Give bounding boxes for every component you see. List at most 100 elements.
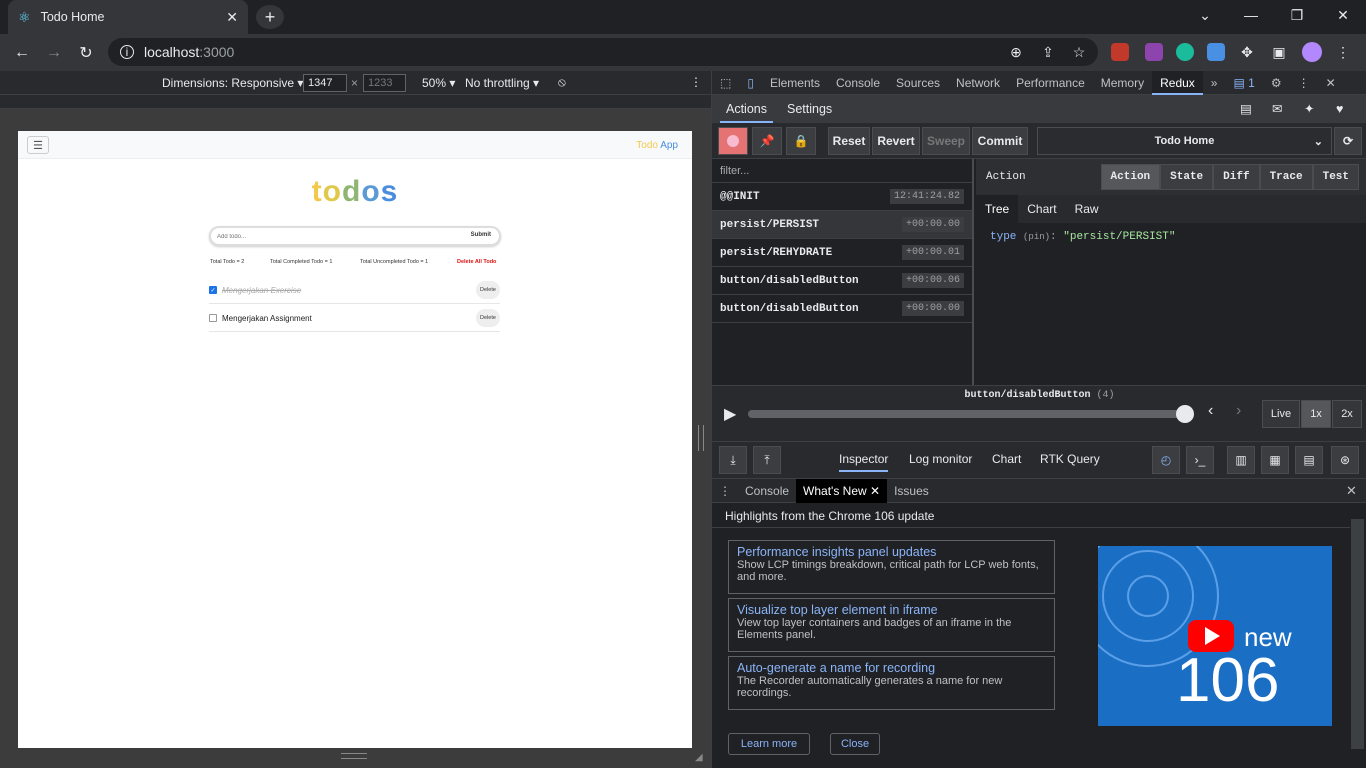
card-title[interactable]: Auto-generate a name for recording (737, 661, 1046, 675)
reset-button[interactable]: Reset (828, 127, 870, 155)
video-thumbnail[interactable]: new 106 (1077, 525, 1332, 726)
hamburger-icon[interactable]: ☰ (27, 136, 49, 154)
extension-icon-3[interactable] (1176, 43, 1194, 61)
todo-checkbox[interactable]: ✓ (209, 286, 217, 294)
extension-icon-2[interactable] (1145, 43, 1163, 61)
action-row[interactable]: persist/PERSIST +00:00.00 (712, 211, 972, 239)
delete-button[interactable]: Delete (476, 309, 500, 327)
side-panel-icon[interactable]: ▣ (1267, 40, 1291, 64)
close-tab-icon[interactable]: ✕ (226, 9, 238, 26)
device-menu-icon[interactable]: ⋮ (690, 75, 702, 89)
extensions-puzzle-icon[interactable]: ✥ (1235, 40, 1259, 64)
import-icon[interactable]: ⤓ (719, 446, 747, 474)
slider-thumb[interactable] (1176, 405, 1194, 423)
tab-performance[interactable]: Performance (1008, 71, 1093, 95)
record-button[interactable] (718, 127, 748, 155)
remote-icon[interactable]: ⊛ (1331, 446, 1359, 474)
info-icon[interactable]: i (120, 45, 134, 59)
share-icon[interactable]: ⇪ (1036, 40, 1060, 64)
tab-console[interactable]: Console (828, 71, 888, 95)
commit-button[interactable]: Commit (972, 127, 1028, 155)
zoom-icon[interactable]: ⊕ (1004, 40, 1028, 64)
tab-trace[interactable]: Trace (1259, 164, 1313, 190)
bookmark-star-icon[interactable]: ☆ (1067, 40, 1091, 64)
monitor-inspector[interactable]: Inspector (839, 452, 889, 472)
close-drawer-icon[interactable]: ✕ (1346, 483, 1357, 499)
feature-card[interactable]: Visualize top layer element in iframe Vi… (728, 598, 1055, 652)
sync-icon[interactable]: ⟳ (1334, 127, 1362, 155)
minimize-button[interactable]: — (1228, 0, 1274, 30)
revert-button[interactable]: Revert (872, 127, 920, 155)
todo-input[interactable] (217, 230, 457, 244)
dimensions-dropdown[interactable]: Dimensions: Responsive ▾ (162, 76, 303, 90)
drawer-tab-issues[interactable]: Issues (887, 479, 936, 503)
device-mode-icon[interactable]: ▯ (739, 71, 762, 95)
layout-right-icon[interactable]: ▦ (1261, 446, 1289, 474)
tab-diff[interactable]: Diff (1213, 164, 1260, 190)
action-row[interactable]: button/disabledButton +00:00.06 (712, 267, 972, 295)
profile-avatar[interactable] (1302, 42, 1322, 62)
heart-icon[interactable]: ♥ (1336, 95, 1343, 123)
close-icon[interactable]: ✕ (870, 484, 880, 498)
new-tab-button[interactable]: + (256, 5, 284, 29)
step-forward-icon[interactable]: › (1236, 402, 1241, 420)
issues-badge[interactable]: ▤ 1 (1225, 71, 1262, 95)
throttling-dropdown[interactable]: No throttling ▾ (465, 76, 539, 90)
restore-button[interactable]: ❐ (1274, 0, 1320, 30)
inspect-icon[interactable]: ⬚ (712, 71, 739, 95)
docs-icon[interactable]: ▤ (1240, 95, 1252, 123)
layout-left-icon[interactable]: ▥ (1227, 446, 1255, 474)
twitter-icon[interactable]: ✦ (1304, 95, 1314, 123)
tab-sources[interactable]: Sources (888, 71, 948, 95)
tree-key[interactable]: type (990, 231, 1016, 243)
height-input[interactable]: 1233 (363, 74, 406, 92)
resize-handle-right[interactable] (698, 425, 704, 451)
lock-icon[interactable]: 🔒 (786, 127, 816, 155)
reload-icon[interactable]: ↻ (73, 40, 99, 66)
terminal-icon[interactable]: ›_ (1186, 446, 1214, 474)
delete-button[interactable]: Delete (476, 281, 500, 299)
tab-raw[interactable]: Raw (1066, 195, 1108, 223)
action-row[interactable]: persist/REHYDRATE +00:00.01 (712, 239, 972, 267)
address-bar[interactable]: i localhost:3000 (108, 38, 1098, 66)
app-brand[interactable]: Todo App (636, 140, 678, 151)
forward-icon[interactable]: → (41, 40, 67, 66)
monitor-rtk-query[interactable]: RTK Query (1040, 452, 1100, 466)
step-back-icon[interactable]: ‹ (1208, 402, 1213, 420)
export-icon[interactable]: ⤒ (753, 446, 781, 474)
slider-track[interactable] (748, 410, 1188, 418)
tab-tree[interactable]: Tree (976, 195, 1019, 223)
tab-action[interactable]: Action (1100, 164, 1161, 190)
close-devtools-icon[interactable]: ✕ (1318, 71, 1344, 95)
tab-elements[interactable]: Elements (762, 71, 828, 95)
drawer-scrollbar[interactable] (1351, 519, 1364, 749)
close-button[interactable]: Close (830, 733, 880, 755)
tab-settings[interactable]: Settings (781, 95, 838, 123)
delete-all-button[interactable]: Delete All Todo (457, 259, 496, 265)
instance-select[interactable]: Todo Home ⌄ (1037, 127, 1332, 155)
card-title[interactable]: Performance insights panel updates (737, 545, 1046, 559)
drawer-tab-console[interactable]: Console (738, 479, 796, 503)
chat-icon[interactable]: ✉ (1272, 95, 1282, 123)
monitor-log[interactable]: Log monitor (909, 452, 972, 466)
tab-test[interactable]: Test (1312, 164, 1359, 190)
width-input[interactable]: 1347 (303, 74, 347, 92)
drawer-menu-icon[interactable]: ⋮ (712, 479, 738, 503)
monitor-chart[interactable]: Chart (992, 452, 1021, 466)
extension-icon-1[interactable] (1111, 43, 1129, 61)
drawer-tab-whats-new[interactable]: What's New ✕ (796, 478, 888, 503)
resize-corner-icon[interactable]: ◢ (695, 752, 703, 763)
zoom-dropdown[interactable]: 50% ▾ (422, 76, 455, 90)
extension-icon-4[interactable] (1207, 43, 1225, 61)
feature-card[interactable]: Auto-generate a name for recording The R… (728, 656, 1055, 710)
close-window-button[interactable]: ✕ (1320, 0, 1366, 30)
resize-handle-bottom[interactable] (341, 753, 367, 759)
filter-input[interactable]: filter... (712, 159, 972, 183)
tab-search-icon[interactable]: ⌄ (1182, 0, 1228, 30)
action-row[interactable]: button/disabledButton +00:00.00 (712, 295, 972, 323)
tab-memory[interactable]: Memory (1093, 71, 1152, 95)
settings-gear-icon[interactable]: ⚙ (1263, 71, 1290, 95)
speed-live[interactable]: Live (1262, 400, 1300, 428)
tab-chart[interactable]: Chart (1018, 195, 1065, 223)
dispatcher-icon[interactable]: ◴ (1152, 446, 1180, 474)
